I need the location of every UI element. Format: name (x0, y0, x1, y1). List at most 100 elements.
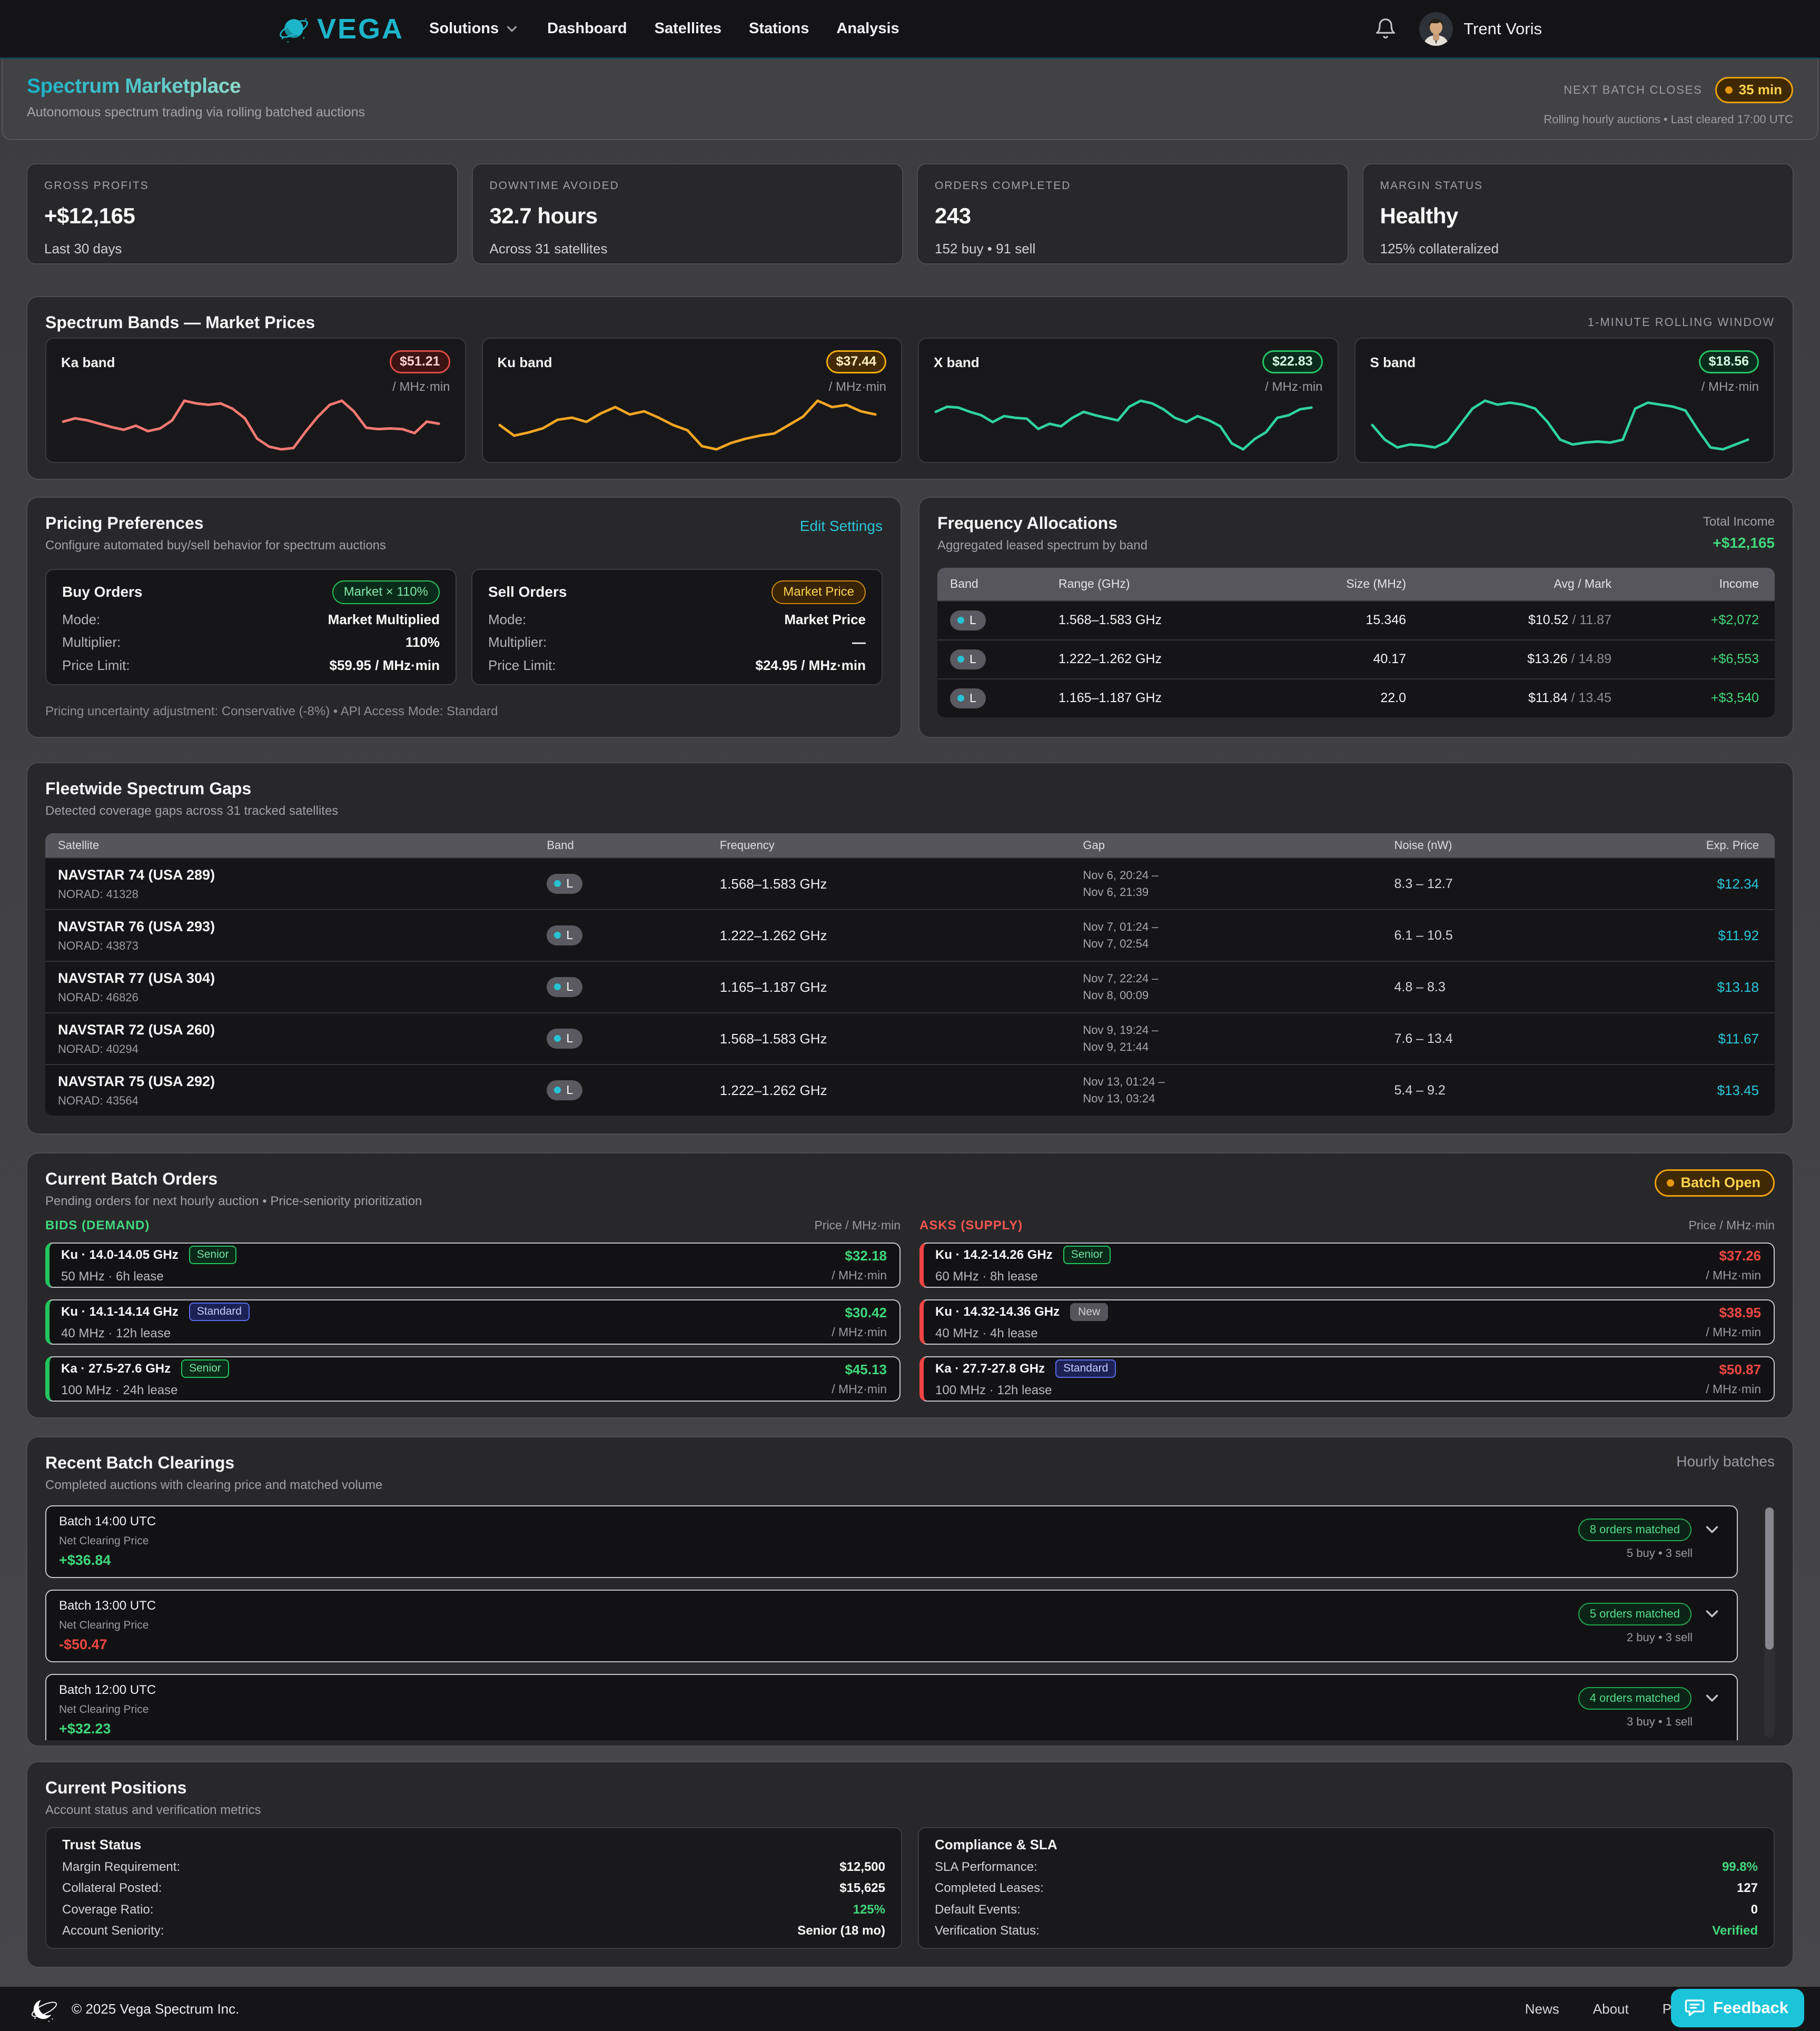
position-label: SLA Performance: (935, 1860, 1037, 1875)
band-card-s: S band $18.56 / MHz·min (1354, 338, 1775, 463)
pref-label: Multiplier: (62, 635, 121, 650)
satellite-norad: NORAD: 40294 (58, 1042, 547, 1056)
order-badge: Senior (181, 1359, 229, 1378)
order-sub: 60 MHz · 8h lease (935, 1269, 1111, 1284)
ask-order-card[interactable]: Ku · 14.32-14.36 GHz New 40 MHz · 4h lea… (919, 1299, 1775, 1345)
total-income-value: +$12,165 (1703, 535, 1775, 551)
clearing-batch: Batch 13:00 UTC (59, 1599, 156, 1613)
batch-open-badge: Batch Open (1655, 1169, 1775, 1197)
sell-orders-title: Sell Orders (488, 584, 567, 600)
band-name: S band (1370, 350, 1416, 371)
order-badge: Senior (1063, 1246, 1111, 1264)
order-sub: 40 MHz · 12h lease (61, 1326, 250, 1341)
fleet-gaps-table: Satellite Band Frequency Gap Noise (nW) … (45, 833, 1775, 1116)
order-title: Ku · 14.1-14.14 GHz (61, 1305, 179, 1319)
orders-title: Current Batch Orders (45, 1169, 422, 1189)
edit-settings-link[interactable]: Edit Settings (800, 514, 883, 535)
stat-label: GROSS PROFITS (44, 180, 440, 191)
clearings-subtitle: Completed auctions with clearing price a… (45, 1478, 382, 1493)
feedback-button[interactable]: Feedback (1671, 1989, 1804, 2027)
band-badge: L (547, 977, 582, 997)
band-badge: L (950, 688, 986, 708)
position-label: Verification Status: (935, 1924, 1040, 1938)
page-title: Spectrum Marketplace (27, 75, 241, 98)
band-badge: L (547, 925, 582, 945)
order-title: Ka · 27.7-27.8 GHz (935, 1362, 1045, 1376)
pref-label: Mode: (488, 612, 526, 627)
band-dot-icon (554, 1035, 561, 1042)
position-label: Margin Requirement: (62, 1860, 180, 1875)
nav-item-satellites[interactable]: Satellites (655, 20, 721, 37)
band-card-ku: Ku band $37.44 / MHz·min (482, 338, 903, 463)
band-unit: / MHz·min (498, 380, 887, 395)
trust-status-card: Trust Status Margin Requirement:$12,500 … (45, 1827, 902, 1949)
band-name: Ku band (498, 350, 552, 371)
fleet-gap-row: NAVSTAR 75 (USA 292) NORAD: 43564 L 1.22… (45, 1064, 1775, 1116)
band-badge: L (547, 874, 582, 894)
current-positions-panel: Current Positions Account status and ver… (26, 1761, 1794, 1968)
moon-logo-icon (29, 1994, 59, 2024)
stat-card-gross-profits: GROSS PROFITS +$12,165 Last 30 days (26, 163, 458, 264)
countdown-dot-icon (1725, 86, 1733, 94)
pref-value: Market Multiplied (328, 612, 440, 627)
satellite-norad: NORAD: 46826 (58, 991, 547, 1004)
chevron-down-icon[interactable] (1702, 1520, 1722, 1540)
copyright: © 2025 Vega Spectrum Inc. (72, 2001, 239, 2017)
user-menu[interactable]: Trent Voris (1419, 12, 1542, 46)
bell-icon[interactable] (1374, 17, 1397, 41)
order-sub: 50 MHz · 6h lease (61, 1269, 236, 1284)
ask-order-card[interactable]: Ku · 14.2-14.26 GHz Senior 60 MHz · 8h l… (919, 1243, 1775, 1288)
clearing-card[interactable]: Batch 14:00 UTC Net Clearing Price +$36.… (45, 1505, 1738, 1578)
band-dot-icon (554, 932, 561, 939)
buy-mode-badge: Market × 110% (332, 580, 440, 604)
allocation-row: L 1.222–1.262 GHz 40.17 $13.26 / 14.89 +… (937, 639, 1775, 678)
allocation-row: L 1.568–1.583 GHz 15.346 $10.52 / 11.87 … (937, 600, 1775, 639)
chevron-down-icon (504, 21, 520, 37)
band-card-ka: Ka band $51.21 / MHz·min (45, 338, 466, 463)
nav-item-analysis[interactable]: Analysis (836, 20, 899, 37)
order-title: Ku · 14.2-14.26 GHz (935, 1248, 1053, 1263)
sell-mode-badge: Market Price (771, 580, 866, 604)
orders-subtitle: Pending orders for next hourly auction •… (45, 1194, 422, 1209)
band-unit: / MHz·min (61, 380, 450, 395)
bid-order-card[interactable]: Ku · 14.0-14.05 GHz Senior 50 MHz · 6h l… (45, 1243, 901, 1288)
bid-order-card[interactable]: Ku · 14.1-14.14 GHz Standard 40 MHz · 12… (45, 1299, 901, 1345)
orders-matched-badge: 5 orders matched (1578, 1603, 1692, 1625)
sell-orders-card: Sell Orders Market Price Mode:Market Pri… (471, 569, 883, 686)
orders-matched-badge: 8 orders matched (1578, 1519, 1692, 1541)
nav-item-solutions[interactable]: Solutions (429, 20, 520, 37)
ask-order-card[interactable]: Ka · 27.7-27.8 GHz Standard 100 MHz · 12… (919, 1356, 1775, 1402)
pref-label: Price Limit: (488, 658, 556, 673)
fleet-subtitle: Detected coverage gaps across 31 tracked… (45, 804, 1775, 819)
stat-value: +$12,165 (44, 205, 440, 227)
nav-item-dashboard[interactable]: Dashboard (547, 20, 627, 37)
chevron-down-icon[interactable] (1702, 1688, 1722, 1708)
fleet-gap-row: NAVSTAR 74 (USA 289) NORAD: 41328 L 1.56… (45, 857, 1775, 909)
order-sub: 100 MHz · 12h lease (935, 1383, 1116, 1398)
next-batch-label: NEXT BATCH CLOSES (1564, 83, 1702, 97)
scrollbar-track[interactable] (1764, 1507, 1775, 1737)
stats-row: GROSS PROFITS +$12,165 Last 30 days DOWN… (26, 163, 1794, 264)
user-name: Trent Voris (1463, 19, 1542, 38)
clearings-title: Recent Batch Clearings (45, 1453, 382, 1473)
band-badge: L (950, 649, 986, 669)
footer-link-news[interactable]: News (1525, 2001, 1559, 2017)
bid-order-card[interactable]: Ka · 27.5-27.6 GHz Senior 100 MHz · 24h … (45, 1356, 901, 1402)
clearing-card[interactable]: Batch 12:00 UTC Net Clearing Price +$32.… (45, 1674, 1738, 1740)
clearing-card[interactable]: Batch 13:00 UTC Net Clearing Price -$50.… (45, 1590, 1738, 1662)
scrollbar-thumb[interactable] (1765, 1507, 1774, 1650)
pref-label: Mode: (62, 612, 100, 627)
stat-value: 32.7 hours (490, 205, 886, 227)
footer-link-about[interactable]: About (1593, 2001, 1629, 2017)
top-nav: VEGA Solutions Dashboard Satellites Stat… (0, 0, 1820, 59)
order-price-unit: / MHz·min (832, 1325, 887, 1339)
clearing-buysell: 2 buy • 3 sell (1578, 1631, 1722, 1644)
chevron-down-icon[interactable] (1702, 1604, 1722, 1624)
stat-card-margin-status: MARGIN STATUS Healthy 125% collateralize… (1362, 163, 1794, 264)
stat-card-downtime-avoided: DOWNTIME AVOIDED 32.7 hours Across 31 sa… (472, 163, 904, 264)
band-dot-icon (554, 983, 561, 990)
nav-item-stations[interactable]: Stations (749, 20, 809, 37)
vega-logo[interactable]: VEGA (278, 13, 404, 45)
pref-value: — (852, 635, 866, 650)
auction-note: Rolling hourly auctions • Last cleared 1… (1544, 113, 1793, 126)
